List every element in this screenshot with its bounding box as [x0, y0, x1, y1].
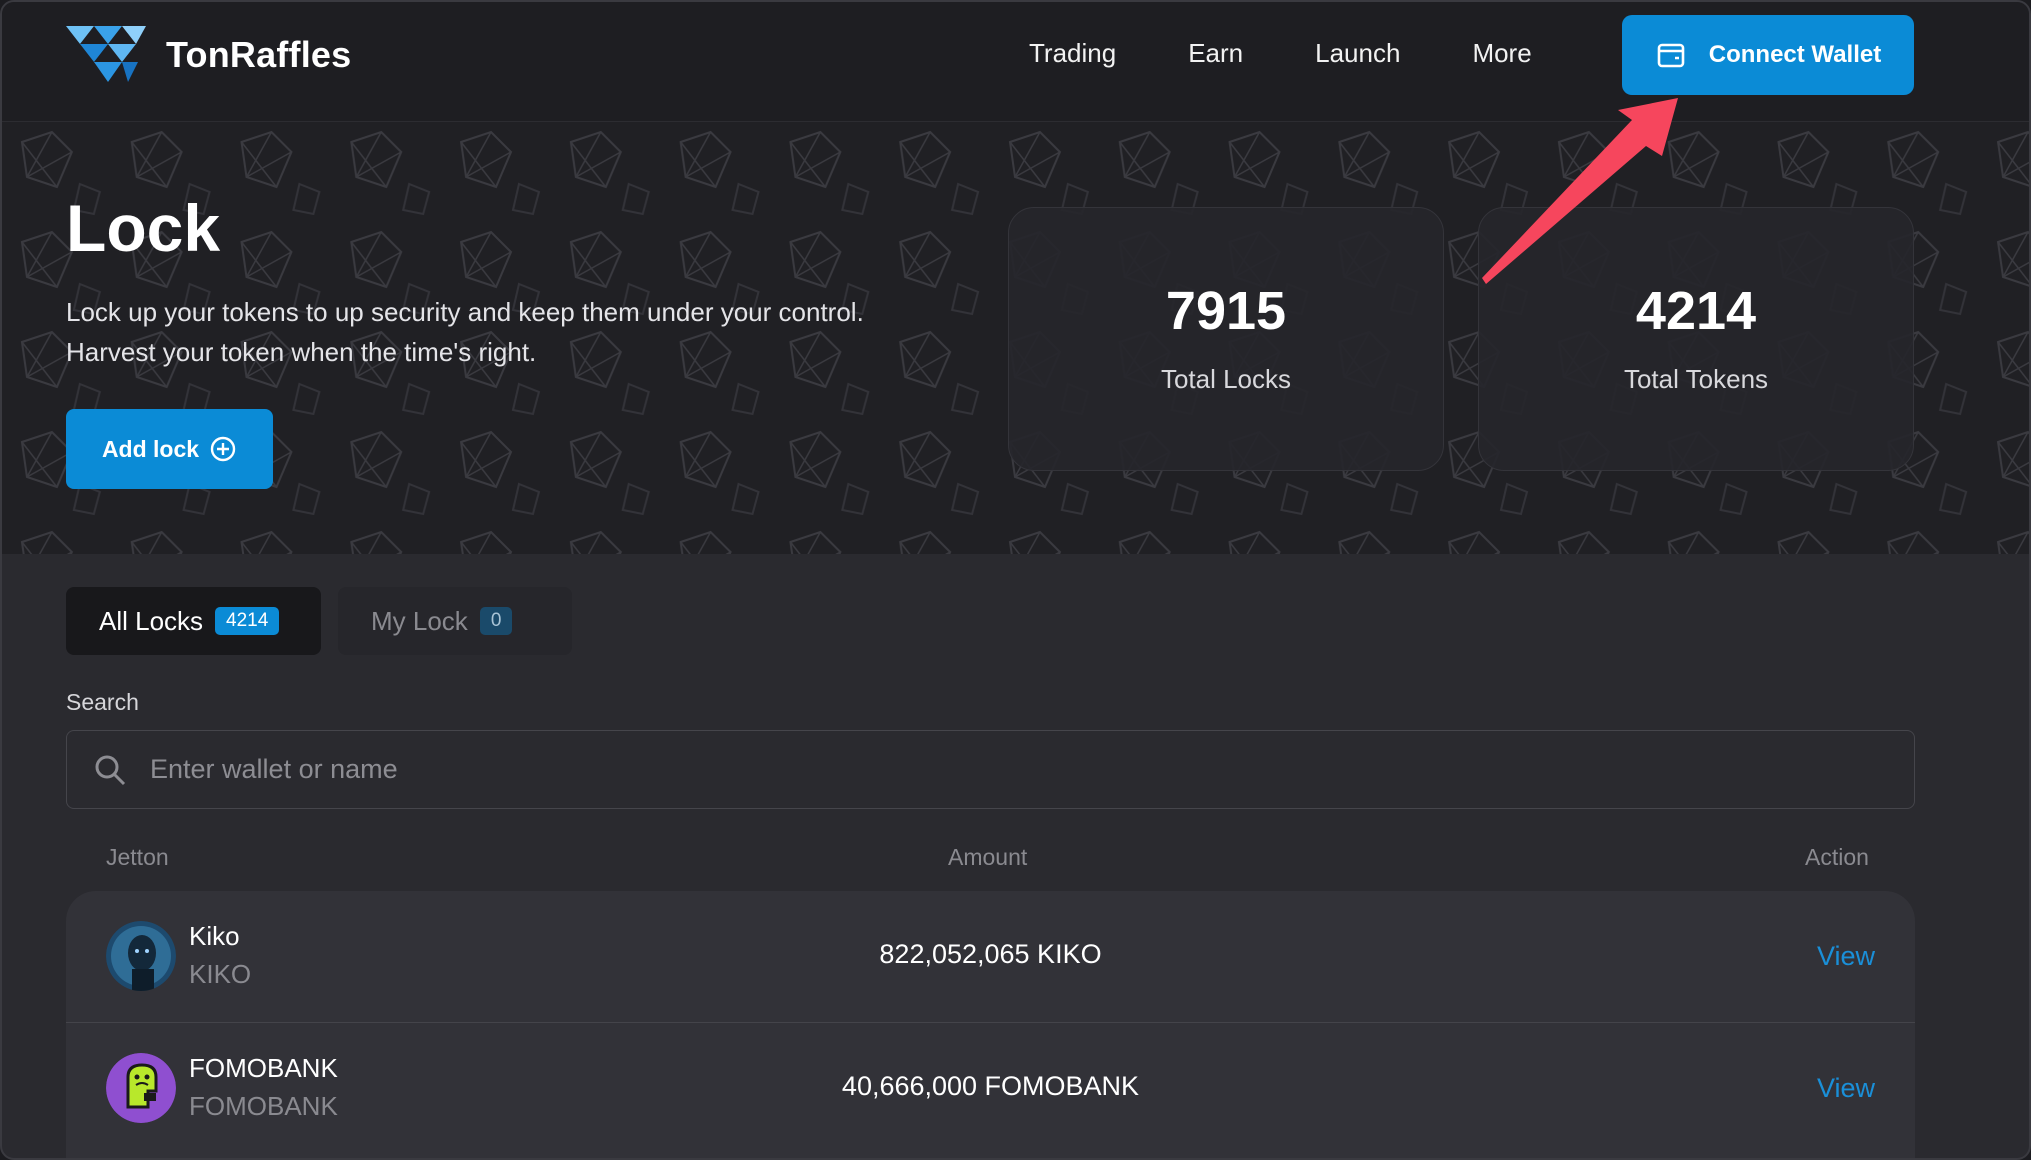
stat-label: Total Locks	[1160, 364, 1292, 394]
main-nav: Trading Earn Launch More	[1029, 38, 1604, 69]
tab-my-lock[interactable]: My Lock 0	[338, 587, 572, 655]
view-link[interactable]: View	[1817, 941, 1875, 972]
nav-earn[interactable]: Earn	[1188, 38, 1243, 69]
connect-wallet-button[interactable]: Connect Wallet	[1622, 15, 1914, 95]
column-header-action: Action	[1805, 844, 1869, 870]
stat-card-total-locks: 7915 Total Locks	[1008, 207, 1444, 471]
tab-all-locks[interactable]: All Locks 4214	[66, 587, 321, 655]
annotation-arrow-icon	[1482, 98, 1678, 284]
count-badge: 4214	[215, 607, 280, 635]
tab-label: All Locks	[99, 605, 204, 636]
description-line-1: Lock up your tokens to up security and k…	[66, 297, 864, 327]
description-line-2: Harvest your token when the time's right…	[66, 337, 537, 367]
token-amount: 40,666,000 FOMOBANK	[841, 1071, 1140, 1101]
brand-name: TonRaffles	[166, 34, 352, 75]
table-row: FOMOBANK FOMOBANK 40,666,000 FOMOBANK Vi…	[66, 1022, 1915, 1153]
stat-value: 7915	[1165, 281, 1287, 341]
stat-label: Total Tokens	[1623, 364, 1769, 394]
plus-circle-icon	[210, 436, 236, 462]
column-header-amount: Amount	[948, 844, 1028, 870]
tab-label: My Lock	[371, 605, 468, 636]
page-title: Lock	[66, 191, 221, 265]
view-link[interactable]: View	[1817, 1073, 1875, 1104]
nav-launch[interactable]: Launch	[1315, 38, 1400, 69]
page-description: Lock up your tokens to up security and k…	[66, 292, 966, 372]
wallet-icon	[1657, 43, 1685, 68]
table-row: Kiko KIKO 822,052,065 KIKO View	[66, 891, 1915, 1022]
column-header-jetton: Jetton	[106, 844, 169, 870]
hero-section: Lock Lock up your tokens to up security …	[2, 122, 2029, 554]
search-icon	[95, 755, 126, 786]
count-badge: 0	[479, 607, 513, 635]
search-box	[66, 730, 1915, 809]
nav-trading[interactable]: Trading	[1029, 38, 1116, 69]
add-lock-button[interactable]: Add lock	[66, 409, 273, 489]
connect-wallet-label: Connect Wallet	[1708, 41, 1882, 68]
nav-more[interactable]: More	[1472, 38, 1531, 69]
app-window: TonRaffles Trading Earn Launch More Conn…	[0, 0, 2031, 1160]
tonraffles-logo-icon	[66, 26, 146, 82]
brand-logo[interactable]: TonRaffles	[66, 26, 351, 84]
token-amount: 822,052,065 KIKO	[879, 939, 1102, 969]
top-header: TonRaffles Trading Earn Launch More Conn…	[2, 2, 2029, 122]
locks-table: Kiko KIKO 822,052,065 KIKO View FOMOBANK…	[66, 891, 1915, 1158]
search-label: Search	[66, 689, 139, 715]
search-input[interactable]	[150, 731, 1890, 808]
add-lock-label: Add lock	[101, 435, 200, 462]
